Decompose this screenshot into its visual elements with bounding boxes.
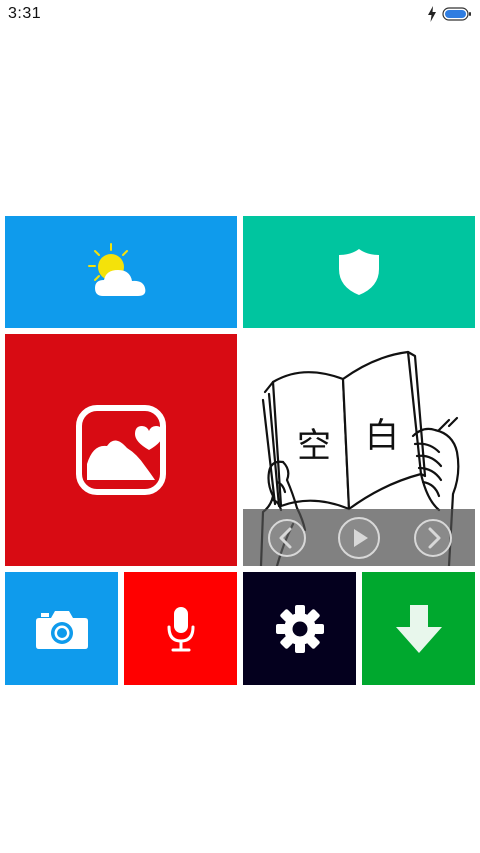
status-bar: 3:31 xyxy=(0,0,480,30)
voice-tile[interactable] xyxy=(124,572,237,685)
book-right-text: 白 xyxy=(365,416,399,456)
status-time: 3:31 xyxy=(8,5,42,22)
photo-heart-icon xyxy=(76,405,166,495)
media-controls xyxy=(243,509,475,566)
camera-tile[interactable] xyxy=(5,572,118,685)
play-icon[interactable] xyxy=(337,516,381,560)
microphone-icon xyxy=(167,606,194,651)
gear-icon xyxy=(275,604,324,653)
camera-icon xyxy=(35,610,88,649)
next-icon[interactable] xyxy=(413,518,453,558)
previous-icon[interactable] xyxy=(267,518,307,558)
media-player-tile[interactable]: 空 白 xyxy=(243,334,475,566)
status-icons xyxy=(427,5,472,23)
weather-tile[interactable] xyxy=(5,216,237,328)
download-arrow-icon xyxy=(395,604,442,653)
shield-icon xyxy=(339,249,379,295)
battery-icon xyxy=(442,7,471,21)
security-tile[interactable] xyxy=(243,216,475,328)
settings-tile[interactable] xyxy=(243,572,356,685)
gallery-tile[interactable] xyxy=(5,334,237,566)
home-screen: 3:31 空 白 xyxy=(0,0,480,853)
book-left-text: 空 xyxy=(297,426,331,466)
download-tile[interactable] xyxy=(362,572,475,685)
charging-bolt-icon xyxy=(428,6,436,22)
sun-cloud-icon xyxy=(88,243,146,296)
